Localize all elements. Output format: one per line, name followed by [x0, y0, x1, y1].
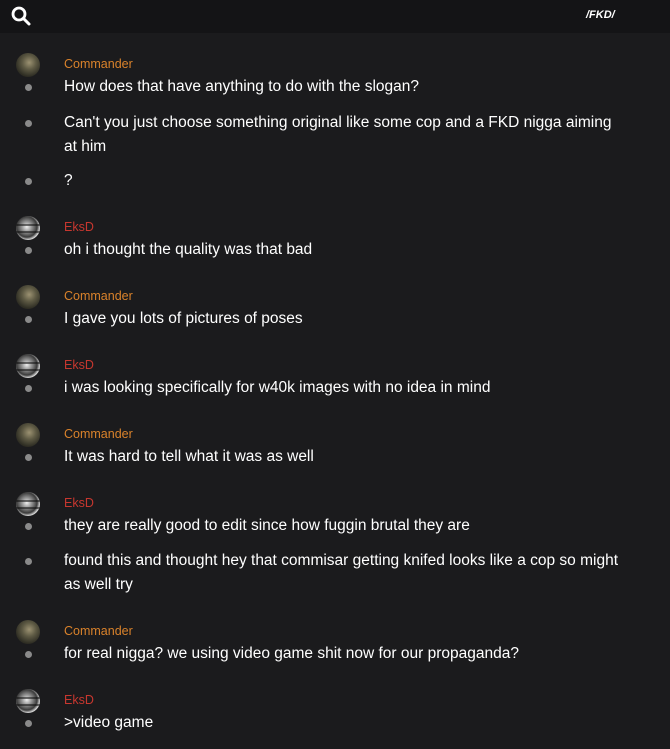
username[interactable]: Commander: [64, 624, 133, 638]
avatar[interactable]: [16, 689, 40, 713]
avatar[interactable]: [16, 216, 40, 240]
message-text: they are really good to edit since how f…: [64, 517, 470, 534]
message-text: ?: [64, 172, 73, 189]
message-text: i was looking specifically for w40k imag…: [64, 379, 491, 396]
message-bullet: [25, 178, 32, 185]
message-bullet: [25, 454, 32, 461]
message-text: for real nigga? we using video game shit…: [64, 645, 519, 662]
message-text: >video game: [64, 714, 154, 731]
username[interactable]: EksD: [64, 496, 94, 510]
message-text: How does that have anything to do with t…: [64, 78, 420, 95]
message-bullet: [25, 84, 32, 91]
avatar[interactable]: [16, 620, 40, 644]
message-text: It was hard to tell what it was as well: [64, 448, 314, 465]
message-bullet: [25, 558, 32, 565]
username[interactable]: Commander: [64, 57, 133, 71]
username[interactable]: EksD: [64, 693, 94, 707]
message-bullet: [25, 651, 32, 658]
top-bar: /FKD/: [0, 0, 670, 33]
avatar[interactable]: [16, 354, 40, 378]
message-bullet: [25, 120, 32, 127]
message-feed: Commander How does that have anything to…: [0, 33, 670, 749]
message-text: Can't you just choose something original…: [64, 114, 612, 155]
message-text: I gave you lots of pictures of poses: [64, 310, 303, 327]
avatar[interactable]: [16, 285, 40, 309]
username[interactable]: EksD: [64, 220, 94, 234]
avatar[interactable]: [16, 53, 40, 77]
message-text: oh i thought the quality was that bad: [64, 241, 313, 258]
username[interactable]: Commander: [64, 427, 133, 441]
message-bullet: [25, 316, 32, 323]
username[interactable]: Commander: [64, 289, 133, 303]
message-text: found this and thought hey that commisar…: [64, 552, 619, 593]
channel-name[interactable]: /FKD/: [586, 9, 615, 21]
avatar[interactable]: [16, 492, 40, 516]
avatar[interactable]: [16, 423, 40, 447]
message-bullet: [25, 720, 32, 727]
search-icon[interactable]: [10, 5, 32, 27]
message-bullet: [25, 523, 32, 530]
message-bullet: [25, 385, 32, 392]
username[interactable]: EksD: [64, 358, 94, 372]
message-bullet: [25, 247, 32, 254]
